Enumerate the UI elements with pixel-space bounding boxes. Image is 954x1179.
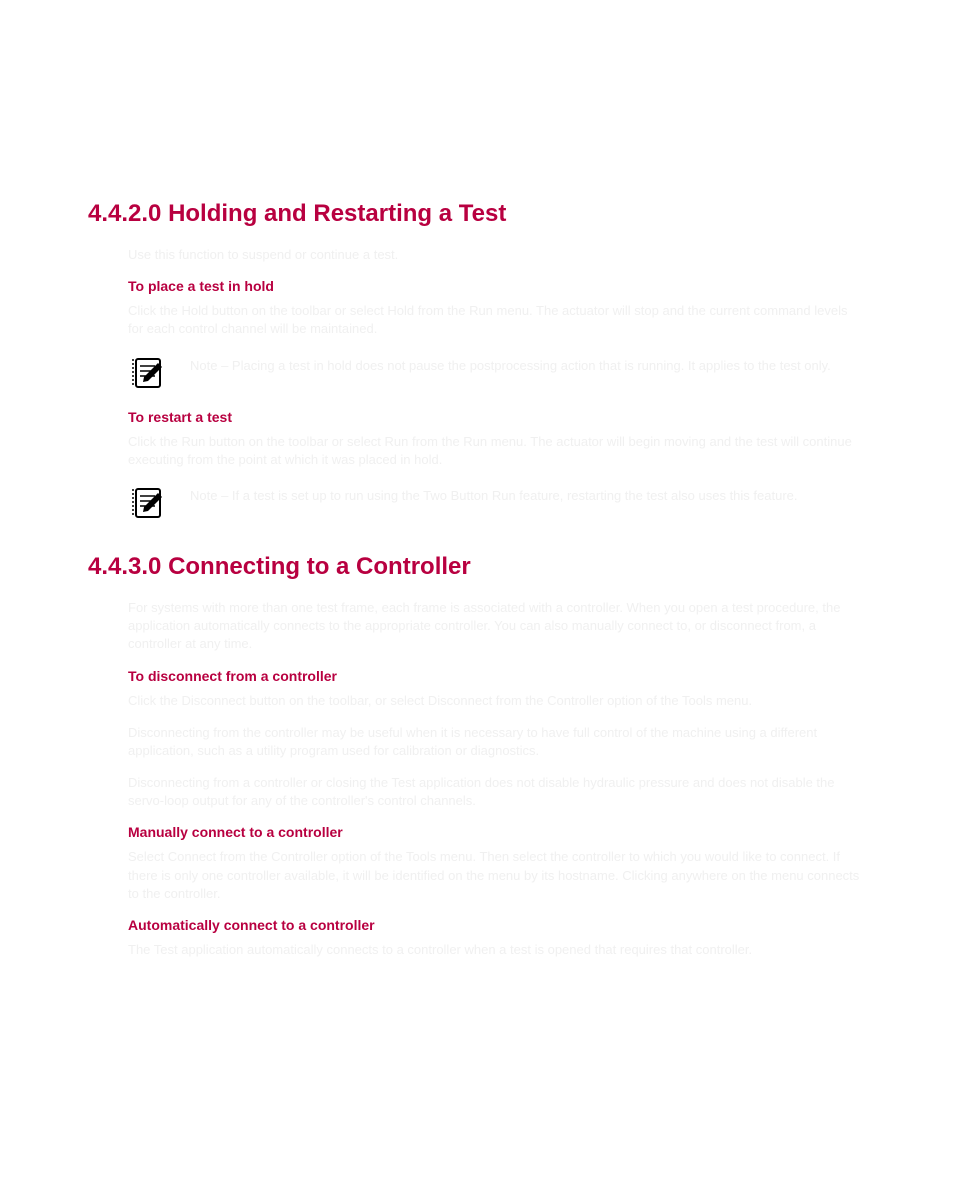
note-restart: Note – If a test is set up to run using … [128,487,866,521]
document-page: 4.4.2.0 Holding and Restarting a Test Us… [0,0,954,1033]
hold-body: Click the Hold button on the toolbar or … [128,302,866,338]
disconnect-body-3: Disconnecting from a controller or closi… [128,774,866,810]
subheading-restart: To restart a test [128,409,866,425]
restart-body: Click the Run button on the toolbar or s… [128,433,866,469]
subheading-manual-connect: Manually connect to a controller [128,824,866,840]
note-text: Note – Placing a test in hold does not p… [190,357,831,375]
subheading-disconnect: To disconnect from a controller [128,668,866,684]
auto-body: The Test application automatically conne… [128,941,866,959]
note-hold: Note – Placing a test in hold does not p… [128,357,866,391]
subheading-hold: To place a test in hold [128,278,866,294]
section-intro-2: For systems with more than one test fram… [128,599,866,654]
section-heading-connecting: 4.4.3.0 Connecting to a Controller [88,553,866,581]
note-icon [128,357,166,391]
section-heading-holding: 4.4.2.0 Holding and Restarting a Test [88,200,866,228]
note-icon [128,487,166,521]
disconnect-body-1: Click the Disconnect button on the toolb… [128,692,866,710]
subheading-auto-connect: Automatically connect to a controller [128,917,866,933]
note-text: Note – If a test is set up to run using … [190,487,798,505]
manual-body: Select Connect from the Controller optio… [128,848,866,903]
disconnect-body-2: Disconnecting from the controller may be… [128,724,866,760]
section-intro: Use this function to suspend or continue… [128,246,866,264]
